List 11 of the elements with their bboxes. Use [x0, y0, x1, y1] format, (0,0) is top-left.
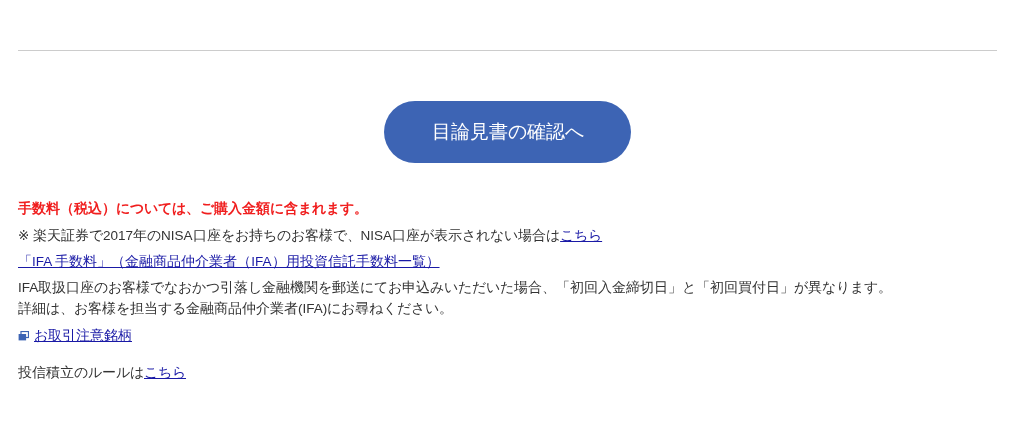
- caution-stocks-link[interactable]: お取引注意銘柄: [34, 325, 132, 346]
- ifa-note: IFA取扱口座のお客様でなおかつ引落し金融機関を郵送にてお申込みいただいた場合、「初回入金締切日」と「初回買付日」が異なります。: [18, 279, 894, 297]
- ifa-note: 詳細は、お客様を担当する金融商品仲介業者(IFA)にお尋ねください。: [18, 300, 455, 318]
- ifa-fee-link[interactable]: 「IFA 手数料」（金融商品仲介業者（IFA）用投資信託手数料一覧）: [18, 254, 440, 269]
- prospectus-button[interactable]: 目論見書の確認へ: [384, 101, 631, 163]
- here-link[interactable]: こちら: [144, 365, 186, 380]
- nisa-note: ※ 楽天証券で2017年のNISA口座をお持ちのお客様で、NISA口座が表示されない場合は こちら: [18, 227, 604, 245]
- fee-notice: 手数料（税込）については、ご購入金額に含まれます。: [18, 200, 369, 218]
- window-icon: [18, 330, 29, 341]
- here-link[interactable]: こちら: [560, 228, 603, 243]
- rule-note: 投信積立のルールは こちら: [18, 364, 187, 382]
